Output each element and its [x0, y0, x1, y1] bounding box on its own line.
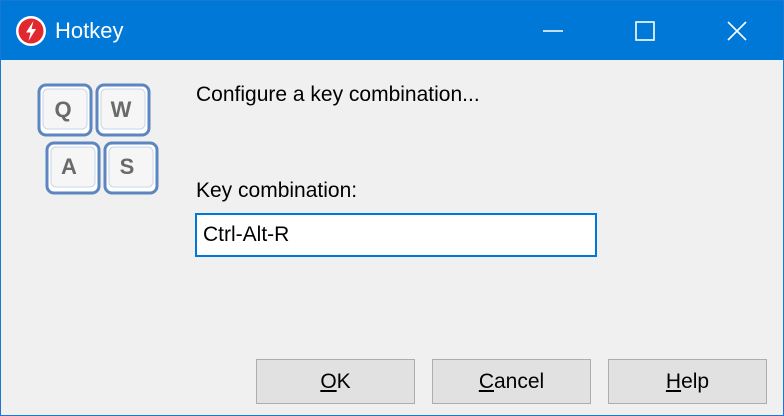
- ok-mnemonic: O: [320, 369, 337, 393]
- key-q-label: Q: [54, 97, 71, 122]
- minimize-button[interactable]: [507, 1, 599, 60]
- maximize-icon: [635, 20, 655, 41]
- key-w-label: W: [111, 97, 132, 122]
- close-icon: [727, 20, 747, 41]
- minimize-icon: [543, 29, 563, 32]
- help-button[interactable]: Help: [608, 359, 767, 404]
- lightning-icon: [16, 16, 46, 46]
- prompt-text: Configure a key combination...: [196, 83, 480, 106]
- hotkey-dialog-window: Hotkey Q W A S Configure a key combinati…: [0, 0, 784, 416]
- key-s-label: S: [120, 154, 135, 179]
- help-mnemonic: H: [665, 369, 682, 393]
- key-combination-input[interactable]: [195, 213, 597, 257]
- ok-button[interactable]: OK: [256, 359, 415, 404]
- key-combination-label: Key combination:: [196, 179, 358, 202]
- close-button[interactable]: [691, 1, 783, 60]
- title-bar[interactable]: Hotkey: [1, 1, 783, 60]
- window-title: Hotkey: [55, 18, 124, 43]
- keyboard-keys-icon: Q W A S: [37, 83, 159, 195]
- ok-label: K: [336, 369, 351, 393]
- cancel-label: ancel: [493, 369, 545, 393]
- help-label: elp: [681, 369, 710, 393]
- maximize-button[interactable]: [599, 1, 691, 60]
- key-a-label: A: [61, 154, 77, 179]
- cancel-button[interactable]: Cancel: [432, 359, 591, 404]
- cancel-mnemonic: C: [478, 369, 494, 393]
